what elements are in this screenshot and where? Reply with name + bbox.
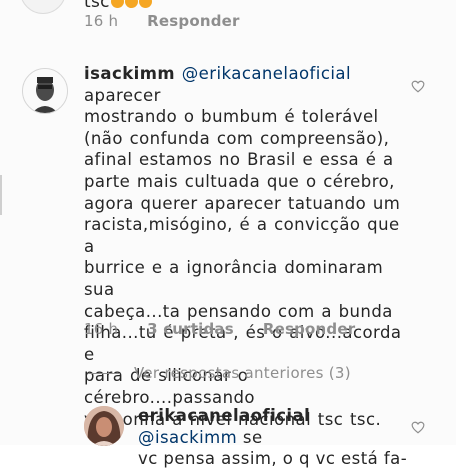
mention-link[interactable]: @isackimm <box>138 428 237 447</box>
likes-count-button[interactable]: 3 curtidas <box>147 320 234 338</box>
mention-link[interactable]: @erikacanelaoficial <box>182 64 351 83</box>
comment-meta: 16 h Responder <box>84 12 264 30</box>
user-avatar-icon <box>84 406 124 446</box>
reply-button[interactable]: Responder <box>263 320 355 338</box>
user-avatar-icon <box>23 69 67 113</box>
comment-text: tsc <box>84 0 152 12</box>
laughing-emoji-icon <box>110 0 124 8</box>
comment-time: 16 h <box>84 12 119 30</box>
avatar[interactable] <box>20 0 66 14</box>
heart-outline-icon[interactable] <box>411 421 425 434</box>
comment-meta: 16 h 3 curtidas Responder <box>84 320 379 338</box>
laughing-emoji-icon <box>124 0 138 8</box>
scrollbar[interactable] <box>0 175 2 215</box>
view-previous-replies-button[interactable]: Ver respostas anteriores (3) <box>134 364 351 382</box>
comment-username[interactable]: isackimm <box>84 64 175 83</box>
heart-outline-icon[interactable] <box>411 80 425 93</box>
comments-panel: tsc 16 h Responder isackimm @erikacanela… <box>0 0 456 468</box>
avatar[interactable] <box>22 68 68 114</box>
avatar[interactable] <box>84 406 124 446</box>
reply-button[interactable]: Responder <box>147 12 239 30</box>
laughing-emoji-icon <box>138 0 152 8</box>
comment-username[interactable]: erikacanelaoficial <box>138 406 310 425</box>
comment-time: 16 h <box>84 320 119 338</box>
reply-comment-body: erikacanelaoficial @isackimm se vc pensa… <box>138 405 408 470</box>
replies-divider <box>88 373 120 374</box>
